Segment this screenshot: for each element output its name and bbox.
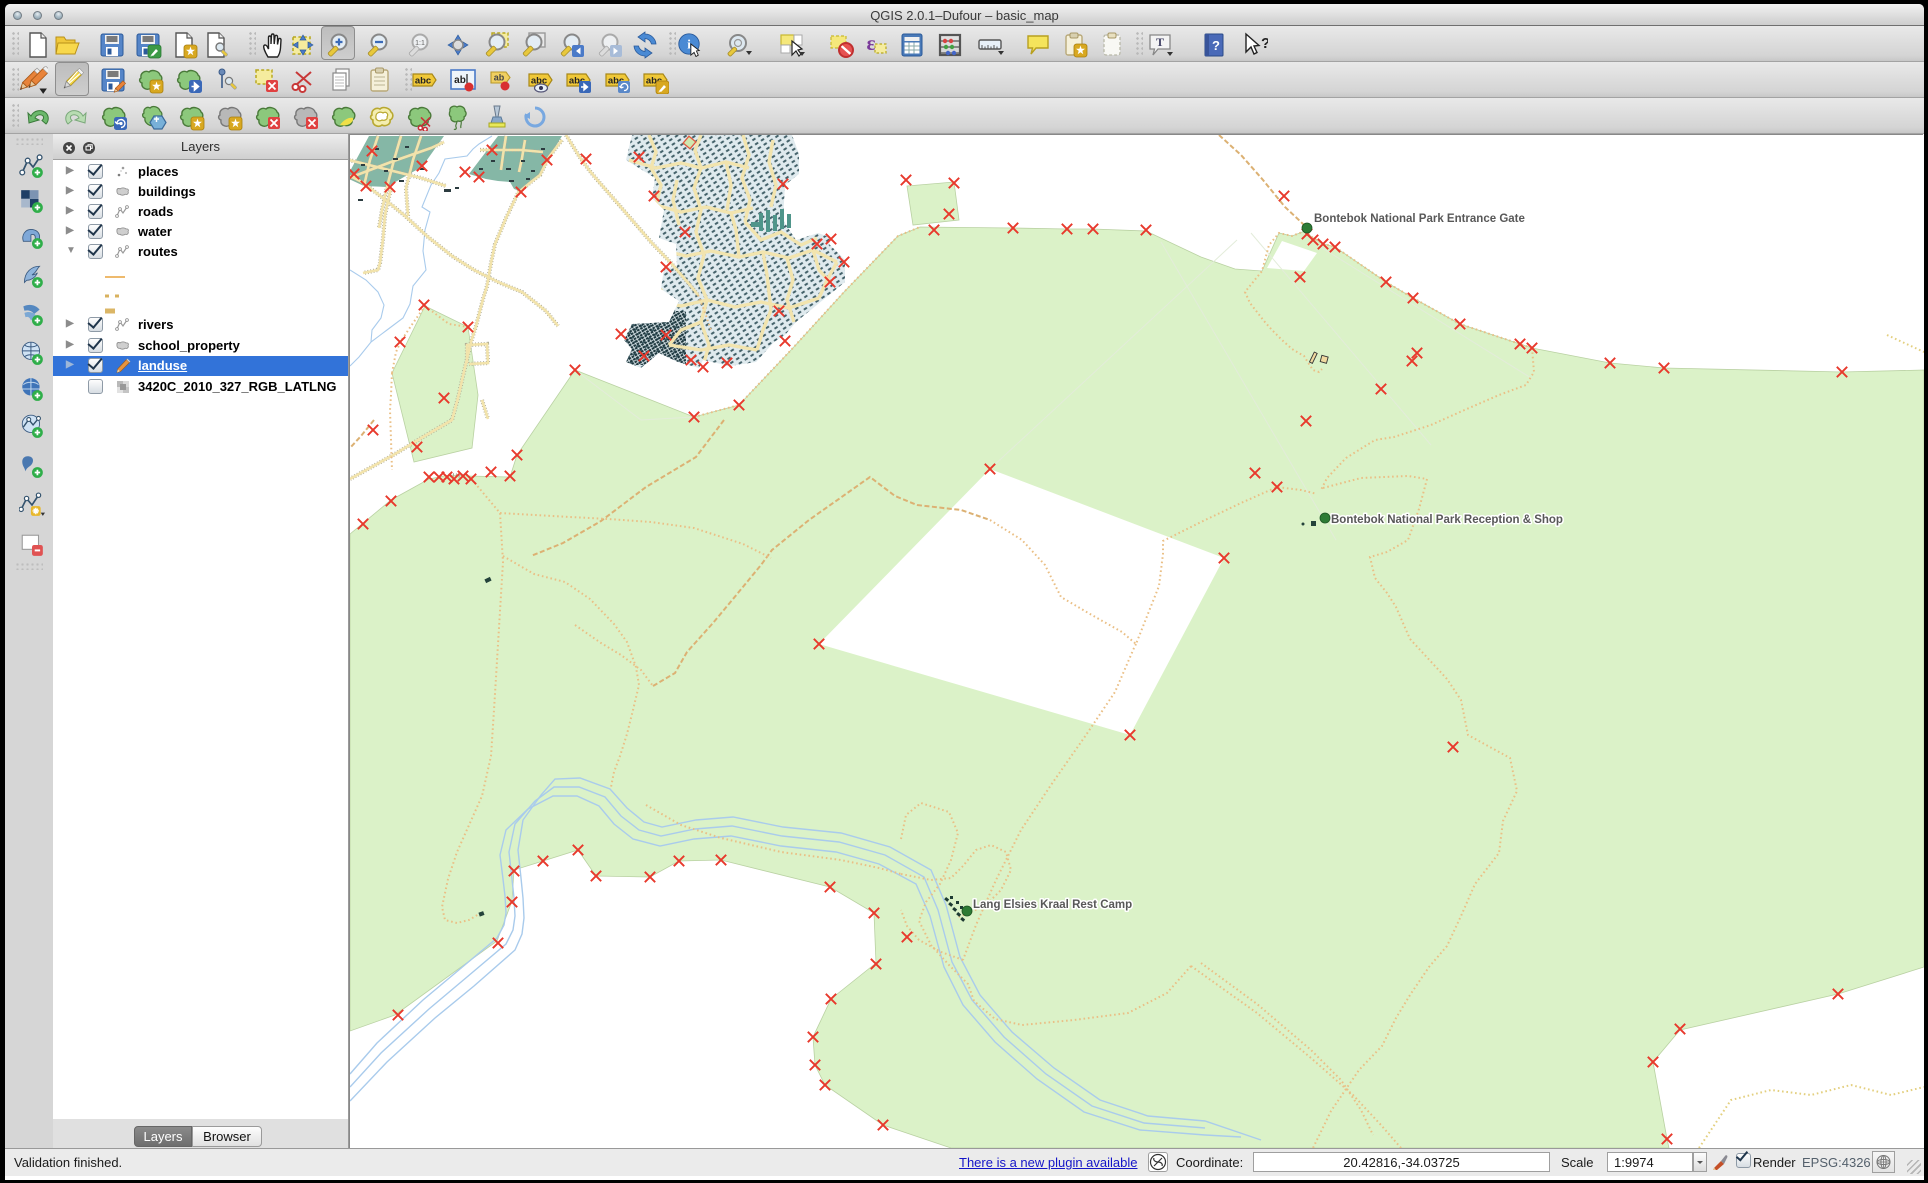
svg-text:?: ?	[1212, 38, 1220, 53]
svg-text:Bontebok National Park Entranc: Bontebok National Park Entrance Gate	[1314, 213, 1525, 225]
svg-text:abc: abc	[415, 76, 431, 87]
svg-text:Bontebok National Park Recepti: Bontebok National Park Reception & Shop	[1331, 514, 1563, 526]
svg-text:ε: ε	[867, 31, 876, 55]
svg-text:?: ?	[1261, 35, 1268, 52]
svg-text:Lang Elsies Kraal Rest Camp: Lang Elsies Kraal Rest Camp	[973, 899, 1132, 911]
svg-text:T: T	[1156, 35, 1164, 49]
svg-text:ab: ab	[454, 75, 466, 86]
svg-text:ab: ab	[494, 73, 505, 83]
